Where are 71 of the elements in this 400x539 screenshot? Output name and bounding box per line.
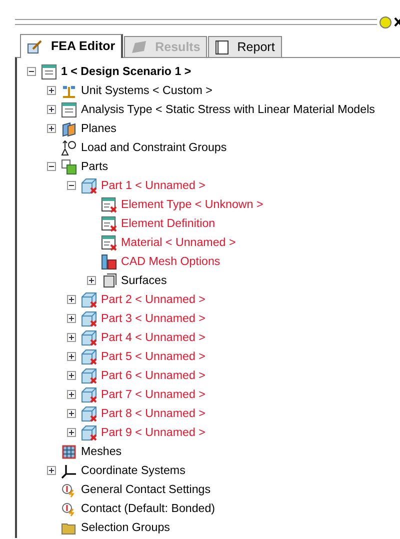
tree-item[interactable]: Part 1 < Unnamed > <box>101 176 206 194</box>
tree-item[interactable]: Selection Groups <box>81 518 170 536</box>
tree-item[interactable]: Element Type < Unknown > <box>121 196 264 214</box>
cube-error-icon <box>81 406 97 422</box>
tree-item[interactable]: Unit Systems < Custom > <box>81 82 212 100</box>
cube-error-icon <box>81 178 97 194</box>
tree-item[interactable]: CAD Mesh Options <box>121 252 220 270</box>
tree-item[interactable]: Part 3 < Unnamed > <box>101 310 206 328</box>
pencil-document-icon <box>27 40 43 54</box>
cube-error-icon <box>81 368 97 384</box>
expand-toggle[interactable] <box>47 466 56 475</box>
tree-item[interactable]: Material < Unnamed > <box>121 234 236 252</box>
expand-toggle[interactable] <box>67 390 76 399</box>
cube-error-icon <box>81 424 97 440</box>
tree-item[interactable]: Part 5 < Unnamed > <box>101 348 206 366</box>
form-error-icon <box>101 234 117 250</box>
expand-toggle[interactable] <box>67 295 76 304</box>
tree-item[interactable]: Meshes <box>81 442 122 460</box>
tab[interactable]: Report <box>208 36 282 57</box>
tree-item[interactable]: Parts <box>81 158 108 176</box>
status-icon[interactable] <box>379 16 392 28</box>
expand-toggle[interactable] <box>47 86 56 95</box>
shape-icon <box>131 40 148 54</box>
tree-item[interactable]: Planes <box>81 120 116 138</box>
cubes-icon <box>61 158 77 174</box>
tree-item[interactable]: Analysis Type < Static Stress with Linear Material Models <box>81 100 375 118</box>
tree-item[interactable]: Part 7 < Unnamed > <box>101 386 206 404</box>
tree-item[interactable]: Surfaces <box>121 272 167 290</box>
cube-error-icon <box>81 292 97 308</box>
tree-item[interactable]: Element Definition <box>121 214 216 232</box>
tree-item[interactable]: Part 9 < Unnamed > <box>101 424 206 442</box>
expand-toggle[interactable] <box>47 105 56 114</box>
expand-toggle[interactable] <box>67 409 76 418</box>
collapse-toggle[interactable] <box>47 162 56 171</box>
tree-item[interactable]: Load and Constraint Groups <box>81 138 227 156</box>
expand-toggle[interactable] <box>87 276 96 285</box>
tree-item[interactable]: Part 8 < Unnamed > <box>101 404 206 422</box>
tab[interactable]: FEA Editor <box>20 34 124 58</box>
form-window-icon <box>61 102 77 118</box>
form-error-icon <box>101 196 117 212</box>
expand-toggle[interactable] <box>67 352 76 361</box>
expand-toggle[interactable] <box>67 333 76 342</box>
tree-item[interactable]: 1 < Design Scenario 1 > <box>61 62 192 80</box>
surfaces-icon <box>101 272 117 288</box>
expand-toggle[interactable] <box>67 428 76 437</box>
mesh-options-icon <box>101 254 117 270</box>
axes-icon <box>61 462 77 478</box>
tree-item[interactable]: Coordinate Systems <box>81 462 186 480</box>
form-window-icon <box>41 64 57 80</box>
contact-icon <box>61 500 77 516</box>
tree-item[interactable]: Part 2 < Unnamed > <box>101 290 206 308</box>
cube-error-icon <box>81 310 97 326</box>
tree-item[interactable]: Part 6 < Unnamed > <box>101 366 206 384</box>
tree-item[interactable]: General Contact Settings <box>81 480 211 498</box>
expand-toggle[interactable] <box>47 124 56 133</box>
tree-item[interactable]: Part 4 < Unnamed > <box>101 328 206 346</box>
close-icon[interactable] <box>394 17 400 27</box>
contact-icon <box>61 482 77 498</box>
document-icon <box>215 40 230 54</box>
cube-error-icon <box>81 348 97 364</box>
form-error-icon <box>101 216 117 232</box>
cube-error-icon <box>81 330 97 346</box>
expand-toggle[interactable] <box>67 371 76 380</box>
cube-error-icon <box>81 386 97 402</box>
tree-item[interactable]: Contact (Default: Bonded) <box>81 500 216 518</box>
expand-toggle[interactable] <box>67 314 76 323</box>
load-constraint-icon <box>61 140 77 156</box>
collapse-toggle[interactable] <box>27 67 36 76</box>
mesh-icon <box>61 444 77 460</box>
planes-icon <box>61 120 77 136</box>
collapse-toggle[interactable] <box>67 181 76 190</box>
